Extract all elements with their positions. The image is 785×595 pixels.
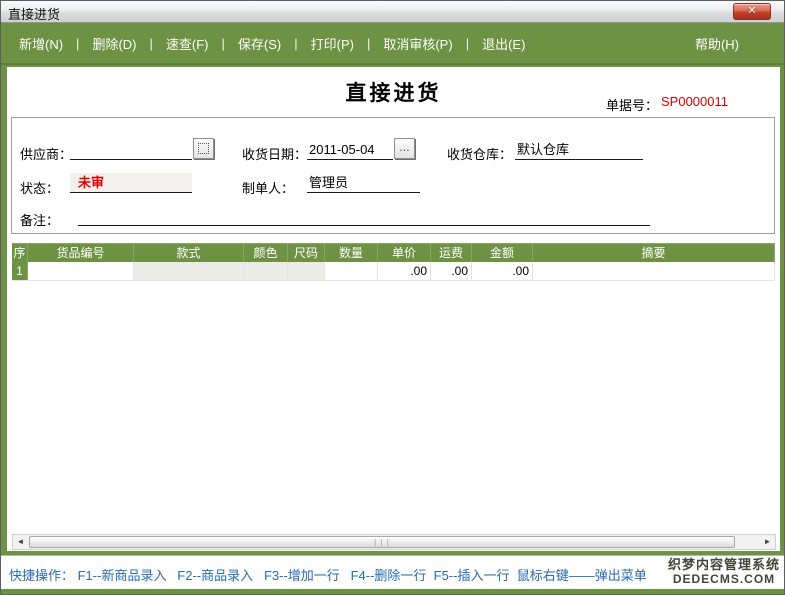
remark-field[interactable] [78,206,650,226]
watermark-line2: DEDECMS.COM [668,572,780,586]
title-bar: 直接进货 ✕ [1,1,784,23]
grid-cell[interactable]: .00 [472,262,533,280]
grid-cell[interactable] [28,262,134,280]
close-icon: ✕ [747,5,756,17]
doc-no-label: 单据号： [606,95,658,114]
scroll-right-icon: ► [764,537,772,546]
receive-date-field[interactable]: 2011-05-04 [307,140,393,160]
scroll-left-button[interactable]: ◄ [13,535,28,549]
grid-column-header[interactable]: 摘要 [533,243,775,262]
ellipsis-icon: … [399,142,410,154]
grid-cell[interactable] [533,262,775,280]
date-picker-button[interactable]: … [394,138,415,159]
close-button[interactable]: ✕ [733,3,771,20]
toolbar-separator: | [466,36,469,51]
toolbar-button-save[interactable]: 保存(S) [238,34,281,53]
grid-column-header[interactable]: 单价 [378,243,431,262]
toolbar-button-exit[interactable]: 退出(E) [482,34,525,53]
content-frame: 直接进货 单据号： SP0000011 供应商： 收货日期： 2011-05-0… [1,65,785,555]
grid-column-header[interactable]: 数量 [325,243,378,262]
toolbar-separator: | [294,36,297,51]
toolbar-separator: | [76,36,79,51]
status-value: 未审 [70,173,192,193]
warehouse-label: 收货仓库： [447,144,512,163]
warehouse-field[interactable]: 默认仓库 [515,140,643,160]
creator-field[interactable]: 管理员 [307,173,420,193]
toolbar-button-quick-search[interactable]: 速查(F) [166,34,209,53]
toolbar-items: 新增(N) | 删除(D) | 速查(F) | 保存(S) | 打印(P) | 取消审核(P) | 退出… [19,34,525,53]
content-area: 直接进货 单据号： SP0000011 供应商： 收货日期： 2011-05-0… [7,67,780,551]
grid-cell[interactable]: .00 [431,262,472,280]
toolbar-separator: | [367,36,370,51]
watermark: 织梦内容管理系统 DEDECMS.COM [668,558,780,586]
scrollbar-grip-icon: | | | [374,539,390,547]
grid-column-header[interactable]: 货品编号 [28,243,134,262]
supplier-label: 供应商： [20,144,72,163]
grid-column-header[interactable]: 运费 [431,243,472,262]
watermark-line1: 织梦内容管理系统 [668,558,780,572]
grid-cell[interactable] [325,262,378,280]
items-grid: 序货品编号款式颜色尺码数量单价运费金额摘要 1.00.00.00 [12,243,775,281]
toolbar: 新增(N) | 删除(D) | 速查(F) | 保存(S) | 打印(P) | 取消审核(P) | 退出… [1,23,784,65]
creator-label: 制单人： [242,178,294,197]
shortcut-hints: 快捷操作： F1--新商品录入 F2--商品录入 F3--增加一行 F4--删除… [9,565,647,584]
grid-body: 1.00.00.00 [12,262,775,281]
scrollbar-thumb[interactable]: | | | [29,536,735,548]
toolbar-button-delete[interactable]: 删除(D) [92,34,136,53]
grid-column-header[interactable]: 金额 [472,243,533,262]
toolbar-button-new[interactable]: 新增(N) [19,34,63,53]
toolbar-button-cancel-audit[interactable]: 取消审核(P) [383,34,452,53]
window-title: 直接进货 [8,4,60,23]
grid-cell[interactable] [134,262,244,280]
toolbar-button-print[interactable]: 打印(P) [311,34,354,53]
grid-cell[interactable] [288,262,325,280]
toolbar-button-help[interactable]: 帮助(H) [695,34,739,53]
scroll-left-icon: ◄ [17,537,25,546]
supplier-field[interactable] [70,140,192,160]
app-window: 直接进货 ✕ 新增(N) | 删除(D) | 速查(F) | 保存(S) | 打印(P) | 取消审… [0,0,785,595]
toolbar-separator: | [149,36,152,51]
grid-cell[interactable]: .00 [378,262,431,280]
dotted-square-icon [198,143,209,154]
doc-no-value: SP0000011 [661,94,728,109]
supplier-browse-button[interactable] [193,138,214,159]
grid-column-header[interactable]: 款式 [134,243,244,262]
horizontal-scrollbar[interactable]: ◄ | | | ► [12,534,776,550]
toolbar-separator: | [221,36,224,51]
grid-column-header[interactable]: 序 [12,243,28,262]
grid-cell[interactable] [244,262,288,280]
grid-column-header[interactable]: 颜色 [244,243,288,262]
remark-label: 备注： [20,210,59,229]
table-row: 1.00.00.00 [12,262,775,281]
grid-cell: 1 [12,262,28,280]
receive-date-label: 收货日期： [242,144,307,163]
grid-header-row: 序货品编号款式颜色尺码数量单价运费金额摘要 [12,243,775,262]
status-bar: 快捷操作： F1--新商品录入 F2--商品录入 F3--增加一行 F4--删除… [1,555,785,589]
form-groupbox: 供应商： 收货日期： 2011-05-04 … 收货仓库： 默认仓库 状态： 未… [11,117,775,234]
status-label: 状态： [20,178,59,197]
grid-column-header[interactable]: 尺码 [288,243,325,262]
scroll-right-button[interactable]: ► [760,535,775,549]
